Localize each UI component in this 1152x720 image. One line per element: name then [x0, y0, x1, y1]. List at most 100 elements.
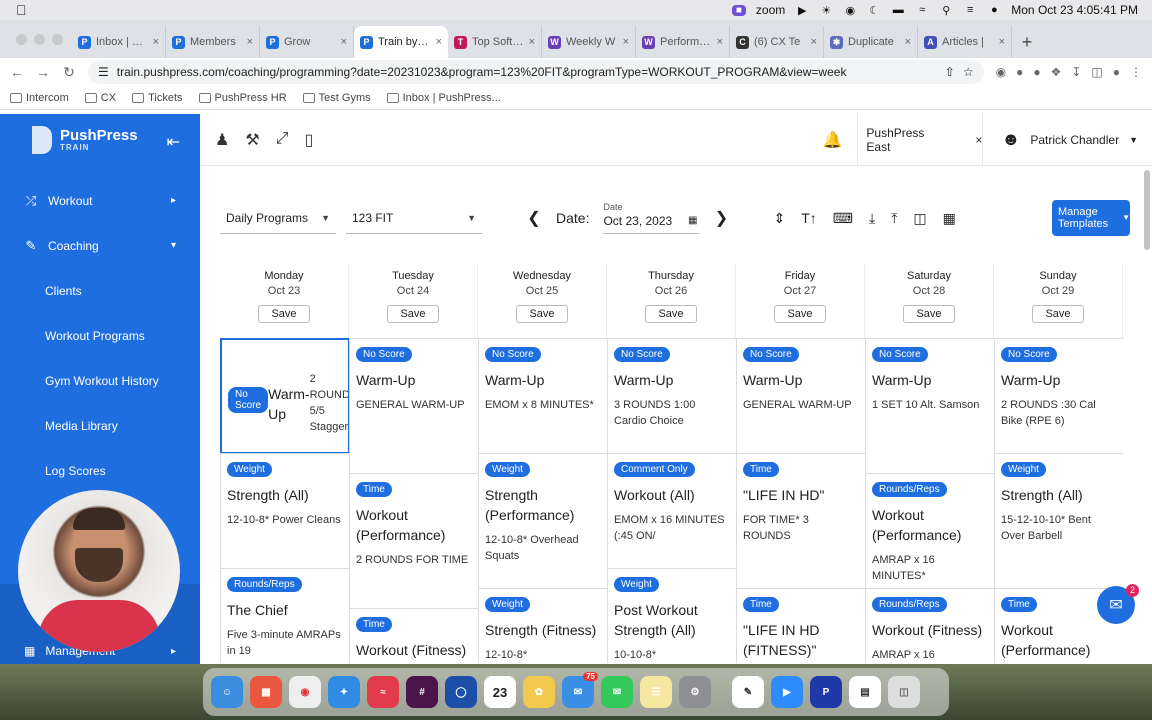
close-tab-icon[interactable]: ×: [905, 36, 911, 48]
workout-card[interactable]: No Score Warm-Up 2 ROUNDS :30 Cal Bike (RP…: [994, 338, 1123, 454]
extension-icon[interactable]: ◉: [996, 65, 1006, 79]
workout-card[interactable]: No Score Warm-Up GENERAL WARM-UP: [349, 338, 479, 474]
calendar-icon[interactable]: ▦: [688, 215, 697, 226]
browser-tab[interactable]: P Inbox | PushPress ×: [72, 26, 166, 58]
mail-icon[interactable]: ✉ 75: [562, 672, 598, 708]
bookmark-item[interactable]: PushPress HR: [198, 92, 287, 104]
close-tab-icon[interactable]: ×: [811, 36, 817, 48]
minimize-window-button[interactable]: [34, 34, 45, 45]
sidebar-item-media-library[interactable]: Media Library: [0, 403, 200, 448]
previous-date-icon[interactable]: ❮: [526, 208, 542, 228]
safari-icon[interactable]: ✦: [328, 676, 360, 708]
compress-icon[interactable]: ⇕: [773, 210, 785, 227]
workout-card[interactable]: Time "LIFE IN HD" FOR TIME* 3 ROUNDS: [736, 453, 866, 589]
browser-tab[interactable]: P Grow ×: [260, 26, 354, 58]
sidebar-item-workout-programs[interactable]: Workout Programs: [0, 313, 200, 358]
extension-icon[interactable]: ●: [1016, 65, 1023, 79]
browser-tab[interactable]: ✱ Duplicate ×: [824, 26, 918, 58]
close-tab-icon[interactable]: ×: [717, 36, 723, 48]
bookmark-item[interactable]: Inbox | PushPress...: [386, 92, 501, 104]
save-day-button[interactable]: Save: [645, 305, 697, 323]
workout-card[interactable]: Weight Strength (All) 15-12-10-10* Bent Ov…: [994, 453, 1123, 589]
browser-tab[interactable]: W Performance ×: [636, 26, 730, 58]
close-icon[interactable]: ×: [975, 133, 982, 147]
workout-card[interactable]: No ScoreWarm-Up2 ROUNDS 5/5 Staggered: [220, 338, 350, 454]
workout-card[interactable]: No Score Warm-Up 1 SET 10 Alt. Samson: [865, 338, 995, 474]
wrench-icon[interactable]: ⚒: [245, 130, 259, 150]
expand-icon[interactable]: ⤢: [276, 130, 289, 150]
keyboard-icon[interactable]: ⌨: [833, 210, 853, 227]
save-day-button[interactable]: Save: [258, 305, 310, 323]
save-day-button[interactable]: Save: [387, 305, 439, 323]
workout-card[interactable]: No Score Warm-Up GENERAL WARM-UP: [736, 338, 866, 454]
sidebar-item-gym-workout-history[interactable]: Gym Workout History: [0, 358, 200, 403]
workout-card[interactable]: Weight Strength (Performance) 12-10-8* Ove…: [478, 453, 608, 589]
download-icon[interactable]: ⤓: [869, 210, 875, 227]
workout-card[interactable]: Time"LIFE IN HD (FITNESS)"FOR TIME*: [736, 588, 866, 663]
record-icon[interactable]: ◉: [843, 4, 857, 17]
chat-launcher-button[interactable]: ✉ 2: [1097, 584, 1139, 624]
onepassword-icon[interactable]: ◯: [445, 676, 477, 708]
forward-icon[interactable]: →: [36, 64, 50, 80]
close-tab-icon[interactable]: ×: [153, 36, 159, 48]
manage-templates-button[interactable]: Manage Templates ▼: [1052, 200, 1130, 236]
bookmark-icon[interactable]: ▯: [305, 130, 314, 150]
close-tab-icon[interactable]: ×: [436, 36, 442, 48]
system-settings-icon[interactable]: ⚙: [679, 676, 711, 708]
close-tab-icon[interactable]: ×: [341, 36, 347, 48]
user-menu[interactable]: ☻ Patrick Chandler ▼: [983, 129, 1152, 150]
workout-card[interactable]: Rounds/Reps Workout (Performance) AMRAP x …: [865, 473, 995, 589]
workout-card[interactable]: Rounds/Reps The Chief Five 3-minute AMRAPs…: [220, 568, 350, 663]
moon-icon[interactable]: ☾: [867, 4, 881, 17]
url-field[interactable]: ☰ train.pushpress.com/coaching/programmi…: [88, 60, 984, 84]
date-field[interactable]: Date Oct 23, 2023 ▦: [603, 202, 700, 234]
browser-tab[interactable]: T Top Software ×: [448, 26, 542, 58]
preview-icon[interactable]: ✎: [732, 676, 764, 708]
sidebar-item-clients[interactable]: Clients: [0, 268, 200, 313]
workout-card[interactable]: Rounds/Reps Workout (Fitness) AMRAP x 16: [865, 588, 995, 663]
notes-icon[interactable]: ☰: [640, 676, 672, 708]
fullscreen-window-button[interactable]: [52, 34, 63, 45]
search-icon[interactable]: ⚲: [939, 4, 953, 17]
zoom-dock-icon[interactable]: ▶: [771, 676, 803, 708]
upload-icon[interactable]: ⤒: [891, 210, 897, 227]
page-scrollbar[interactable]: [1144, 170, 1150, 250]
next-date-icon[interactable]: ❯: [713, 208, 729, 228]
save-day-button[interactable]: Save: [516, 305, 568, 323]
download-icon[interactable]: ↧: [1071, 65, 1081, 79]
launchpad-icon[interactable]: ▦: [250, 676, 282, 708]
columns-icon[interactable]: ◫: [913, 210, 926, 227]
gym-selector[interactable]: PushPress East ×: [857, 113, 984, 166]
reload-icon[interactable]: ↻: [62, 64, 76, 81]
bookmark-item[interactable]: Tickets: [132, 92, 183, 104]
close-tab-icon[interactable]: ×: [623, 36, 629, 48]
grid-icon[interactable]: ▦: [943, 210, 956, 227]
brightness-icon[interactable]: ☀: [819, 4, 833, 17]
workout-card[interactable]: Weight Strength (Fitness) 12-10-8*: [478, 588, 608, 663]
bookmark-item[interactable]: Test Gyms: [302, 92, 371, 104]
zoom-app-label[interactable]: zoom: [756, 3, 785, 17]
save-day-button[interactable]: Save: [1032, 305, 1084, 323]
sidepanel-icon[interactable]: ◫: [1091, 65, 1102, 79]
workout-card[interactable]: No Score Warm-Up 3 ROUNDS 1:00 Cardio Choi…: [607, 338, 737, 454]
bookmark-item[interactable]: CX: [84, 92, 116, 104]
profile-avatar-icon[interactable]: ●: [1113, 65, 1120, 79]
share-icon[interactable]: ⇧: [945, 65, 955, 79]
chrome-icon[interactable]: ◉: [289, 676, 321, 708]
menu-dots-icon[interactable]: ⋮: [1130, 65, 1142, 79]
close-window-button[interactable]: [16, 34, 27, 45]
sidebar-item-workout[interactable]: ⤮ Workout ▸: [0, 178, 200, 223]
sidebar-item-log-scores[interactable]: Log Scores: [0, 448, 200, 493]
browser-tab[interactable]: C (6) CX Te ×: [730, 26, 824, 58]
collapse-sidebar-icon[interactable]: ⇤: [167, 132, 180, 152]
speedify-icon[interactable]: ≈: [367, 676, 399, 708]
document-thumbnail-icon[interactable]: ▤: [849, 676, 881, 708]
video-icon[interactable]: ▶: [795, 4, 809, 17]
bell-icon[interactable]: 🔔: [807, 130, 857, 150]
new-tab-button[interactable]: +: [1012, 26, 1042, 58]
clients-icon[interactable]: ♟: [215, 130, 229, 150]
slack-icon[interactable]: #: [406, 676, 438, 708]
program-type-select[interactable]: Daily Programs ▼: [220, 202, 336, 234]
browser-tab[interactable]: P Members ×: [166, 26, 260, 58]
puzzle-icon[interactable]: ❖: [1051, 65, 1062, 79]
